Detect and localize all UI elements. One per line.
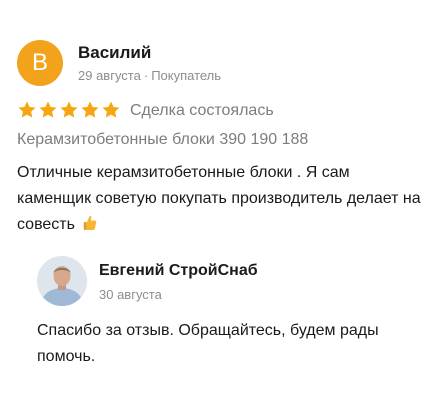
star-icon <box>60 101 78 118</box>
star-icon <box>39 101 57 118</box>
reviewer-avatar[interactable]: В <box>17 40 63 86</box>
review-text-block: Отличные керамзитобетонные блоки . Я сам… <box>17 160 427 238</box>
meta-separator: · <box>143 68 149 83</box>
reply-text: Спасибо за отзыв. Обращайтесь, будем рад… <box>37 322 379 365</box>
reviewer-name[interactable]: Василий <box>78 43 151 63</box>
review-date: 29 августа <box>78 68 141 83</box>
review-meta: 29 августа · Покупатель <box>78 68 221 83</box>
reviewer-role: Покупатель <box>151 68 222 83</box>
star-icon <box>102 101 120 118</box>
review-card: В Василий 29 августа · Покупатель Сделка с… <box>0 0 441 411</box>
replier-avatar[interactable] <box>37 256 87 306</box>
reply-date: 30 августа <box>99 287 162 302</box>
thumbs-up-icon <box>84 215 97 230</box>
replier-name[interactable]: Евгений СтройСнаб <box>99 262 258 280</box>
deal-status: Сделка состоялась <box>130 102 274 119</box>
review-text: Отличные керамзитобетонные блоки . Я сам… <box>17 164 421 233</box>
product-name[interactable]: Керамзитобетонные блоки 390 190 188 <box>17 131 308 149</box>
star-icon <box>81 101 99 118</box>
rating-stars <box>17 100 122 122</box>
star-icon <box>18 101 36 118</box>
person-photo-icon <box>37 256 87 306</box>
